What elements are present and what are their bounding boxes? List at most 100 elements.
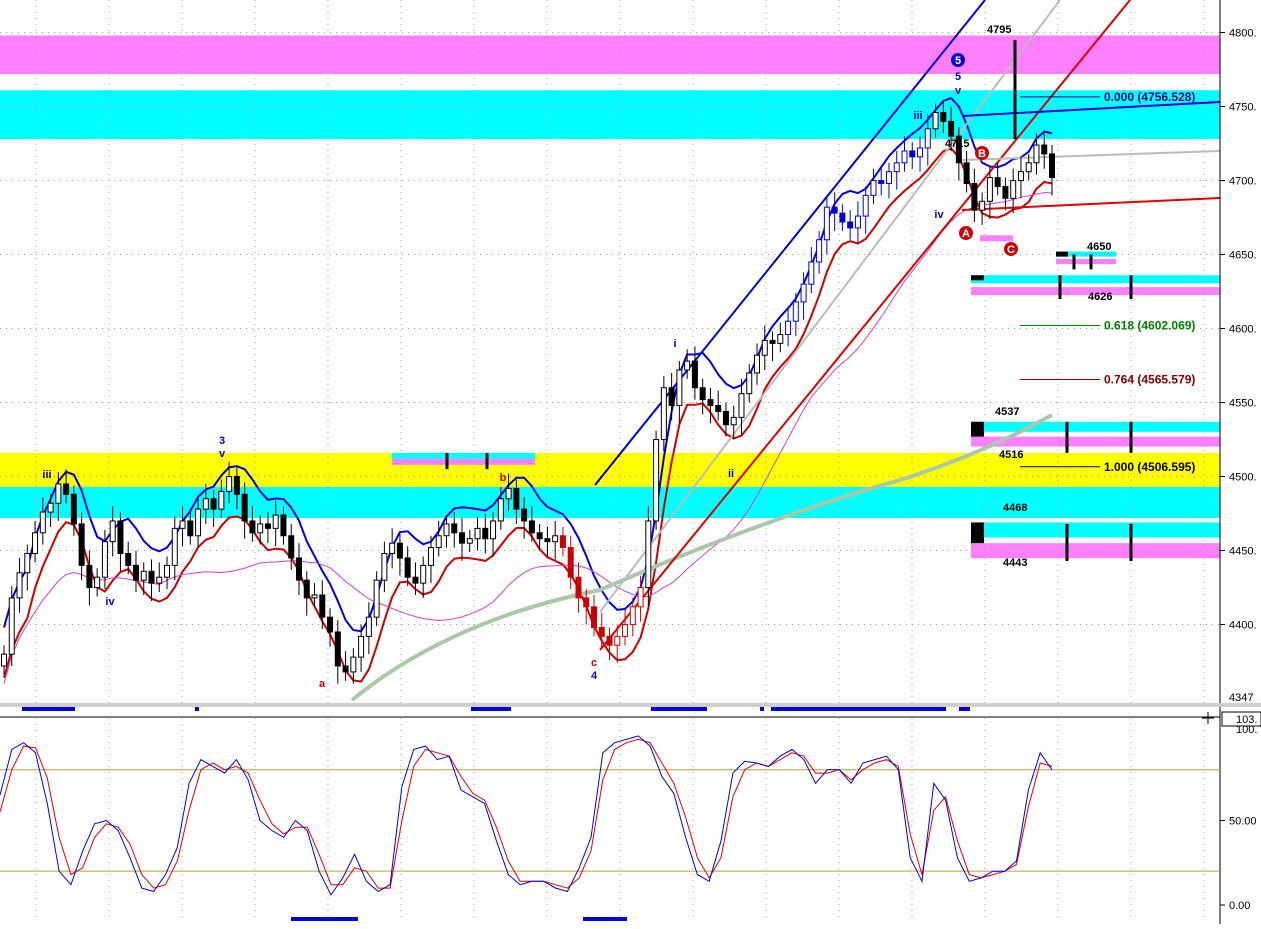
candle-body — [622, 624, 629, 637]
marker-block — [971, 421, 984, 437]
candle-body — [637, 587, 644, 608]
candle-body — [1033, 144, 1040, 164]
candle-body — [241, 493, 248, 522]
candle-body — [528, 520, 535, 534]
candle-body — [575, 576, 582, 599]
signal-bar-top — [471, 707, 511, 711]
price-level-label: 4537 — [995, 406, 1019, 418]
candle-body — [16, 572, 23, 599]
candle-body — [839, 212, 846, 223]
candle-body — [1025, 162, 1032, 173]
candle-body — [505, 487, 512, 500]
candle-body — [885, 171, 892, 185]
candle-body — [195, 508, 202, 537]
stoch-axis-label: 0.00 — [1229, 900, 1250, 912]
axis-bottom-label: 4347 — [1229, 692, 1253, 704]
candle-body — [272, 514, 279, 529]
stochastic-panel: 103.100.0.0050.00 — [0, 703, 1261, 921]
wave-label: 4 — [591, 670, 598, 682]
fib-label: 0.764 (4565.579) — [1104, 373, 1195, 387]
price-level-label: 4443 — [1003, 557, 1027, 569]
candle-body — [878, 180, 885, 185]
candle-body — [490, 520, 497, 540]
candle-body — [917, 147, 924, 158]
marker-block — [971, 275, 984, 281]
chart-svg: 0.000 (4756.528) 0.618 (4602.069) 0.764 (4… — [0, 0, 1261, 924]
chart-window: 0.000 (4756.528) 0.618 (4602.069) 0.764 (4… — [0, 0, 1261, 924]
candle-body — [738, 393, 745, 418]
candle-body — [722, 410, 729, 426]
candle-body — [264, 523, 271, 529]
axis-tick-label: 4700. — [1229, 176, 1257, 188]
signal-bar-top — [959, 707, 970, 711]
candle-body — [451, 523, 458, 534]
signal-bar-top — [771, 707, 946, 711]
candle-body — [746, 372, 753, 395]
candle-body — [816, 239, 823, 263]
candle-body — [350, 656, 357, 673]
candle-body — [924, 128, 931, 149]
candle-body — [668, 387, 675, 407]
zone-box-mid-cyan — [392, 452, 535, 459]
candle-body — [412, 576, 419, 584]
candle-body — [334, 631, 341, 667]
price-axis: 4800. 4750. 4700. 4650. 4600. 4550. 4500. 4450.… — [1219, 0, 1261, 924]
lower-band-line — [3, 147, 1053, 683]
candle-body — [249, 520, 256, 534]
signal-bar-bottom — [583, 917, 627, 921]
fib-label: 1.000 (4506.595) — [1104, 460, 1195, 474]
candle-body — [295, 557, 302, 581]
candle-body — [645, 520, 652, 589]
candle-body — [24, 553, 31, 574]
candle-body — [862, 194, 869, 217]
candle-body — [132, 564, 139, 581]
wave-label: 3 — [219, 435, 225, 447]
candle-body — [70, 493, 77, 525]
candle-body — [381, 553, 388, 581]
candle-body — [986, 177, 993, 202]
candle-body — [823, 206, 830, 241]
candle-body — [1, 653, 7, 667]
candle-body — [311, 594, 318, 599]
candle-body — [210, 498, 217, 510]
candle-body — [427, 547, 434, 566]
candle-body — [396, 542, 403, 559]
price-level-label: 4626 — [1088, 291, 1112, 303]
candle-body — [567, 547, 574, 578]
axis-tick-label: 4800. — [1229, 28, 1257, 40]
candle-body — [831, 206, 838, 214]
axis-tick-label: 4500. — [1229, 472, 1257, 484]
candle-body — [792, 301, 799, 322]
candle-body — [808, 261, 815, 285]
candle-body — [761, 339, 768, 356]
candle-body — [893, 162, 900, 173]
signal-bar-top — [651, 707, 707, 711]
candle-body — [870, 180, 877, 196]
candle-body — [78, 523, 85, 566]
candle-body — [459, 532, 466, 544]
wave-label: ii — [728, 468, 734, 480]
candle-body — [117, 520, 124, 555]
wave-circle-label: B — [978, 148, 986, 160]
candle-body — [854, 215, 861, 229]
candle-body — [497, 498, 504, 522]
price-level-label: 4650 — [1087, 241, 1111, 253]
candle-body — [32, 532, 39, 555]
candle-body — [8, 597, 15, 655]
candle-body — [1017, 171, 1024, 182]
candle-body — [420, 564, 427, 584]
candle-body — [202, 498, 209, 510]
candle-body — [684, 360, 691, 371]
signal-bar-top — [22, 707, 75, 711]
candle-body — [358, 635, 365, 658]
candle-body — [660, 387, 667, 441]
candle-body — [365, 616, 372, 637]
candle-body — [101, 541, 108, 578]
zone-4468-cyan — [971, 522, 1221, 538]
grey-flat-trendline — [961, 150, 1221, 161]
axis-tick-label: 4600. — [1229, 324, 1257, 336]
candle-body — [598, 627, 605, 637]
candle-body — [699, 387, 706, 401]
candle-body — [513, 487, 520, 510]
candle-body — [606, 635, 613, 646]
